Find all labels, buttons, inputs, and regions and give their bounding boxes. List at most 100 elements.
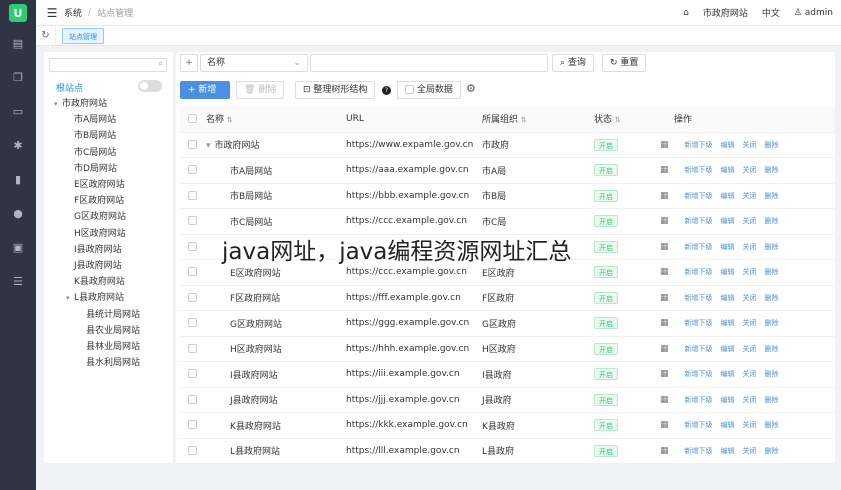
add-child-link[interactable]: 新增下级 bbox=[685, 446, 713, 456]
add-child-link[interactable]: 新增下级 bbox=[685, 242, 713, 252]
add-child-link[interactable]: 新增下级 bbox=[685, 165, 713, 175]
grid-icon[interactable]: ▦ bbox=[660, 395, 669, 405]
home-icon[interactable]: ⌂ bbox=[683, 8, 689, 18]
row-checkbox[interactable] bbox=[188, 318, 197, 328]
gear-icon[interactable]: ⚙ bbox=[466, 82, 476, 95]
edit-link[interactable]: 编辑 bbox=[721, 165, 735, 175]
copy-icon[interactable]: ❐ bbox=[0, 60, 36, 94]
close-link[interactable]: 关闭 bbox=[743, 344, 757, 354]
edit-link[interactable]: 编辑 bbox=[721, 344, 735, 354]
table-row[interactable]: J县政府网站 https://jjj.example.gov.cn J县政府 开启 ▦ 新… bbox=[180, 387, 835, 413]
tree-node[interactable]: 市B局网站 bbox=[74, 128, 116, 144]
table-row[interactable]: G区政府网站 https://ggg.example.gov.cn G区政府 开启 ▦ 新… bbox=[180, 310, 835, 337]
tree-node[interactable]: J县政府网站 bbox=[74, 258, 122, 274]
close-link[interactable]: 关闭 bbox=[743, 242, 757, 252]
caret-down-icon[interactable]: ▾ bbox=[54, 96, 62, 112]
close-link[interactable]: 关闭 bbox=[743, 318, 757, 328]
delete-link[interactable]: 删除 bbox=[765, 191, 779, 201]
caret-down-icon[interactable]: ▾ bbox=[206, 141, 211, 151]
edit-link[interactable]: 编辑 bbox=[721, 267, 735, 277]
close-link[interactable]: 关闭 bbox=[743, 395, 757, 405]
add-child-link[interactable]: 新增下级 bbox=[685, 191, 713, 201]
table-row[interactable]: ▾ 市政府网站 https://www.expamle.gov.cn 市政府 开启 ▦ 新增… bbox=[180, 132, 835, 158]
tree-search-input[interactable]: ⌕ bbox=[49, 58, 167, 72]
table-row[interactable]: H区政府网站 https://hhh.example.gov.cn H区政府 开启 ▦ 新… bbox=[180, 336, 835, 362]
delete-link[interactable]: 删除 bbox=[765, 293, 779, 303]
grid-icon[interactable]: ▦ bbox=[660, 344, 669, 354]
add-child-link[interactable]: 新增下级 bbox=[685, 344, 713, 354]
edit-link[interactable]: 编辑 bbox=[721, 191, 735, 201]
sort-icon[interactable]: ⇅ bbox=[615, 116, 621, 124]
row-checkbox[interactable] bbox=[188, 267, 197, 277]
global-data-toggle[interactable]: 全局数据 bbox=[397, 81, 461, 99]
table-row[interactable]: 市B局网站 https://bbb.example.gov.cn 市B局 开启 ▦ 新增下… bbox=[180, 183, 835, 209]
close-link[interactable]: 关闭 bbox=[743, 293, 757, 303]
add-child-link[interactable]: 新增下级 bbox=[685, 216, 713, 226]
tree-node[interactable]: 县水利局网站 bbox=[86, 355, 140, 371]
grid-icon[interactable]: ▦ bbox=[660, 267, 669, 277]
column-status[interactable]: 状态 ⇅ bbox=[574, 106, 646, 133]
query-button[interactable]: ⌕ 查询 bbox=[552, 54, 594, 72]
grid-icon[interactable]: ▦ bbox=[660, 318, 669, 328]
table-row[interactable]: F区政府网站 https://fff.example.gov.cn F区政府 开启 ▦ 新… bbox=[180, 285, 835, 311]
close-link[interactable]: 关闭 bbox=[743, 446, 757, 456]
field-select[interactable]: 名称 ⌄ bbox=[200, 54, 308, 72]
column-name[interactable]: 名称 ⇅ bbox=[206, 106, 346, 133]
tree-node[interactable]: G区政府网站 bbox=[74, 209, 126, 225]
menu-toggle-icon[interactable]: ☰ bbox=[40, 6, 64, 20]
edit-link[interactable]: 编辑 bbox=[721, 242, 735, 252]
delete-link[interactable]: 删除 bbox=[765, 267, 779, 277]
folder-icon[interactable]: ▭ bbox=[0, 94, 36, 128]
grid-icon[interactable]: ▦ bbox=[660, 446, 669, 456]
expand-filter-button[interactable]: + bbox=[180, 54, 198, 72]
tree-root-label[interactable]: 根站点 bbox=[56, 81, 83, 94]
edit-link[interactable]: 编辑 bbox=[721, 446, 735, 456]
column-org[interactable]: 所属组织 ⇅ bbox=[482, 106, 574, 133]
delete-link[interactable]: 删除 bbox=[765, 318, 779, 328]
tree-node[interactable]: 县统计局网站 bbox=[86, 307, 140, 323]
tree-node[interactable]: H区政府网站 bbox=[74, 226, 126, 242]
tree-node[interactable]: 市A局网站 bbox=[74, 112, 116, 128]
close-link[interactable]: 关闭 bbox=[743, 140, 757, 150]
sliders-icon[interactable]: ☰ bbox=[0, 264, 36, 298]
delete-link[interactable]: 删除 bbox=[765, 140, 779, 150]
sort-icon[interactable]: ⇅ bbox=[521, 116, 527, 124]
delete-link[interactable]: 删除 bbox=[765, 242, 779, 252]
row-checkbox[interactable] bbox=[188, 369, 197, 379]
site-link[interactable]: 市政府网站 bbox=[703, 6, 748, 19]
add-child-link[interactable]: 新增下级 bbox=[685, 293, 713, 303]
add-child-link[interactable]: 新增下级 bbox=[685, 140, 713, 150]
edit-link[interactable]: 编辑 bbox=[721, 395, 735, 405]
tree-node[interactable]: 县林业局网站 bbox=[86, 339, 140, 355]
add-child-link[interactable]: 新增下级 bbox=[685, 318, 713, 328]
table-row[interactable]: L县政府网站 https://lll.example.gov.cn L县政府 开启 ▦ 新… bbox=[180, 438, 835, 464]
grid-icon[interactable]: ▦ bbox=[660, 293, 669, 303]
grid-icon[interactable]: ▦ bbox=[660, 216, 669, 226]
grid-icon[interactable]: ▦ bbox=[660, 140, 669, 150]
tree-node[interactable]: F区政府网站 bbox=[74, 193, 124, 209]
table-row[interactable]: 市C局网站 https://ccc.example.gov.cn 市C局 开启 ▦ 新增下… bbox=[180, 208, 835, 235]
add-child-link[interactable]: 新增下级 bbox=[685, 369, 713, 379]
document-icon[interactable]: ▤ bbox=[0, 26, 36, 60]
organize-tree-button[interactable]: ⊡ 整理树形结构 bbox=[295, 81, 376, 99]
tree-node[interactable]: 市D局网站 bbox=[74, 161, 117, 177]
refresh-icon[interactable]: ↻ bbox=[36, 25, 56, 46]
table-row[interactable]: K县政府网站 https://kkk.example.gov.cn K县政府 开启 ▦ 新… bbox=[180, 412, 835, 439]
close-link[interactable]: 关闭 bbox=[743, 191, 757, 201]
select-all-checkbox[interactable] bbox=[188, 113, 197, 123]
delete-link[interactable]: 删除 bbox=[765, 344, 779, 354]
edit-link[interactable]: 编辑 bbox=[721, 318, 735, 328]
breadcrumb-system[interactable]: 系统 bbox=[64, 6, 82, 19]
delete-link[interactable]: 删除 bbox=[765, 165, 779, 175]
language-switch[interactable]: 中文 bbox=[762, 6, 780, 19]
tree-toggle-switch[interactable] bbox=[138, 80, 162, 92]
row-checkbox[interactable] bbox=[188, 445, 197, 455]
grid-icon[interactable]: ▦ bbox=[660, 420, 669, 430]
row-checkbox[interactable] bbox=[188, 241, 197, 251]
add-child-link[interactable]: 新增下级 bbox=[685, 420, 713, 430]
tree-node[interactable]: I县政府网站 bbox=[74, 242, 122, 258]
tab-site-management[interactable]: 站点管理 bbox=[62, 27, 104, 44]
row-checkbox[interactable] bbox=[188, 216, 197, 226]
row-checkbox[interactable] bbox=[188, 292, 197, 302]
bar-chart-icon[interactable]: ▮ bbox=[0, 162, 36, 196]
